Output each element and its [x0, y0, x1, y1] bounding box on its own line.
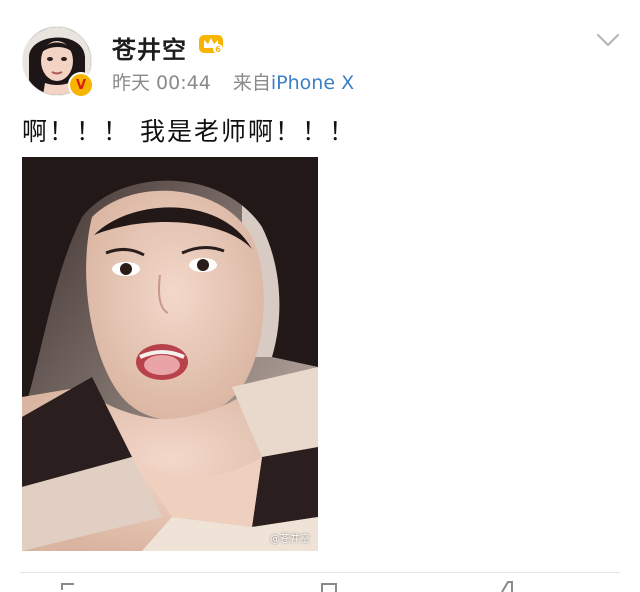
- author-name[interactable]: 苍井空: [112, 30, 187, 65]
- post-time: 昨天 00:44: [112, 72, 211, 94]
- verified-badge-icon: V: [68, 72, 94, 98]
- action-bar: [0, 574, 640, 592]
- post-meta: 昨天 00:44 来自iPhone X: [112, 68, 354, 95]
- comment-icon[interactable]: [320, 582, 338, 592]
- post-content: 啊！！！ 我是老师啊！！！: [22, 117, 356, 146]
- source-prefix: 来自: [232, 72, 271, 94]
- image-watermark: @苍井空: [270, 534, 310, 545]
- like-icon[interactable]: [500, 580, 518, 592]
- post-image[interactable]: @苍井空: [22, 157, 318, 551]
- chevron-down-icon[interactable]: [596, 32, 620, 48]
- crown-level-6-icon[interactable]: 6: [198, 31, 224, 55]
- source-device[interactable]: iPhone X: [271, 72, 354, 94]
- weibo-post: V 苍井空 6 昨天 00:44 来自iPhone X 啊！！！ 我是老师啊！！…: [0, 0, 640, 592]
- selfie-photo: [22, 157, 318, 551]
- repost-icon[interactable]: [60, 582, 78, 592]
- svg-text:6: 6: [215, 45, 221, 54]
- action-divider: [20, 572, 620, 573]
